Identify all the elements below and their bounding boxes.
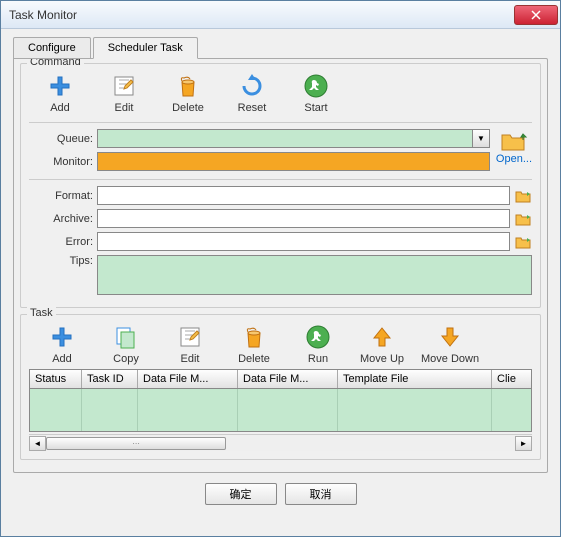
format-browse-button[interactable] bbox=[514, 187, 532, 205]
archive-label: Archive: bbox=[29, 213, 93, 225]
task-run-button[interactable]: Run bbox=[293, 323, 343, 365]
open-button[interactable]: Open... bbox=[496, 129, 532, 165]
reset-button[interactable]: Reset bbox=[231, 72, 273, 114]
task-monitor-window: Task Monitor Configure Scheduler Task Co… bbox=[0, 0, 561, 537]
monitor-label: Monitor: bbox=[29, 156, 93, 168]
plus-icon bbox=[48, 323, 76, 351]
format-label: Format: bbox=[29, 190, 93, 202]
task-copy-button[interactable]: Copy bbox=[101, 323, 151, 365]
error-label: Error: bbox=[29, 236, 93, 248]
move-up-button[interactable]: Move Up bbox=[357, 323, 407, 365]
content-area: Configure Scheduler Task Command Add Edi… bbox=[1, 29, 560, 519]
error-browse-button[interactable] bbox=[514, 233, 532, 251]
trash-icon bbox=[240, 323, 268, 351]
trash-icon bbox=[174, 72, 202, 100]
task-toolbar: Add Copy Edit Delete bbox=[29, 321, 532, 369]
titlebar: Task Monitor bbox=[1, 1, 560, 29]
copy-icon bbox=[112, 323, 140, 351]
run-icon bbox=[304, 323, 332, 351]
arrow-down-icon bbox=[436, 323, 464, 351]
col-data-file-1[interactable]: Data File M... bbox=[138, 370, 238, 388]
task-edit-button[interactable]: Edit bbox=[165, 323, 215, 365]
horizontal-scrollbar[interactable]: ◄ ∙∙∙ ► bbox=[29, 434, 532, 451]
queue-label: Queue: bbox=[29, 133, 93, 145]
tab-configure[interactable]: Configure bbox=[13, 37, 91, 59]
command-toolbar: Add Edit Delete Reset bbox=[29, 70, 532, 118]
ok-button[interactable]: 确定 bbox=[205, 483, 277, 505]
col-data-file-2[interactable]: Data File M... bbox=[238, 370, 338, 388]
reset-icon bbox=[238, 72, 266, 100]
col-client[interactable]: Clie bbox=[492, 370, 531, 388]
command-fieldset: Command Add Edit Delete bbox=[20, 63, 541, 308]
divider bbox=[29, 122, 532, 123]
scroll-thumb[interactable]: ∙∙∙ bbox=[46, 437, 226, 450]
tab-panel: Command Add Edit Delete bbox=[13, 58, 548, 473]
tab-scheduler-task[interactable]: Scheduler Task bbox=[93, 37, 198, 59]
move-down-button[interactable]: Move Down bbox=[421, 323, 479, 365]
archive-browse-button[interactable] bbox=[514, 210, 532, 228]
folder-small-icon bbox=[515, 212, 531, 226]
divider bbox=[29, 179, 532, 180]
folder-icon bbox=[500, 129, 528, 153]
folder-small-icon bbox=[515, 235, 531, 249]
tab-strip: Configure Scheduler Task bbox=[13, 37, 548, 59]
start-button[interactable]: Start bbox=[295, 72, 337, 114]
cancel-button[interactable]: 取消 bbox=[285, 483, 357, 505]
tips-label: Tips: bbox=[29, 255, 93, 267]
close-button[interactable] bbox=[514, 5, 558, 25]
task-legend: Task bbox=[27, 307, 56, 319]
monitor-input[interactable] bbox=[97, 152, 490, 171]
scroll-right-icon[interactable]: ► bbox=[515, 436, 532, 451]
plus-icon bbox=[46, 72, 74, 100]
arrow-up-icon bbox=[368, 323, 396, 351]
archive-input[interactable] bbox=[97, 209, 510, 228]
queue-select[interactable]: ▼ bbox=[97, 129, 490, 148]
folder-small-icon bbox=[515, 189, 531, 203]
col-task-id[interactable]: Task ID bbox=[82, 370, 138, 388]
run-icon bbox=[302, 72, 330, 100]
error-input[interactable] bbox=[97, 232, 510, 251]
tips-textarea[interactable] bbox=[97, 255, 532, 295]
edit-icon bbox=[110, 72, 138, 100]
delete-button[interactable]: Delete bbox=[167, 72, 209, 114]
format-input[interactable] bbox=[97, 186, 510, 205]
table-header: Status Task ID Data File M... Data File … bbox=[30, 370, 531, 389]
task-delete-button[interactable]: Delete bbox=[229, 323, 279, 365]
close-icon bbox=[531, 10, 541, 20]
col-status[interactable]: Status bbox=[30, 370, 82, 388]
task-fieldset: Task Add Copy Edit bbox=[20, 314, 541, 460]
task-add-button[interactable]: Add bbox=[37, 323, 87, 365]
col-template[interactable]: Template File bbox=[338, 370, 492, 388]
scroll-track[interactable]: ∙∙∙ bbox=[46, 436, 515, 451]
edit-button[interactable]: Edit bbox=[103, 72, 145, 114]
footer-buttons: 确定 取消 bbox=[13, 473, 548, 511]
task-table: Status Task ID Data File M... Data File … bbox=[29, 369, 532, 432]
scroll-left-icon[interactable]: ◄ bbox=[29, 436, 46, 451]
window-title: Task Monitor bbox=[9, 8, 514, 22]
edit-icon bbox=[176, 323, 204, 351]
chevron-down-icon: ▼ bbox=[472, 130, 489, 147]
table-body[interactable] bbox=[30, 389, 531, 431]
add-button[interactable]: Add bbox=[39, 72, 81, 114]
